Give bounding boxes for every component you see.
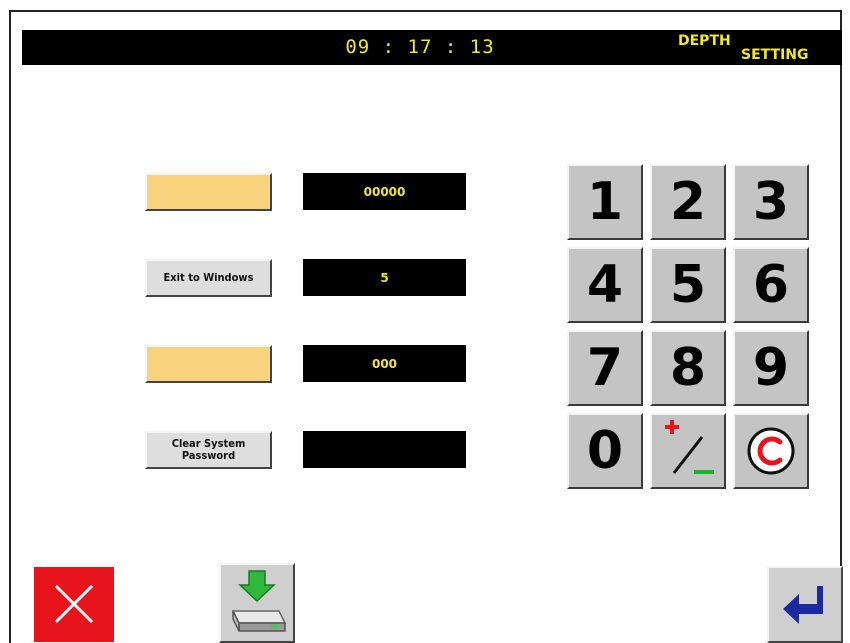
key-1[interactable]: 1	[567, 164, 643, 240]
save-to-drive-icon	[231, 570, 287, 632]
param-button-3[interactable]	[145, 345, 272, 383]
cancel-button[interactable]	[34, 567, 114, 642]
exit-to-windows-button[interactable]: Exit to Windows	[145, 259, 272, 297]
title-bar: 09 : 17 : 13 DEPTH SETTING	[22, 30, 842, 65]
enter-return-icon	[783, 586, 823, 624]
param-value-4[interactable]	[303, 431, 466, 468]
close-icon	[54, 584, 94, 624]
clear-key[interactable]	[733, 413, 809, 489]
mode-title: DEPTH SETTING	[678, 33, 838, 65]
key-2[interactable]: 2	[650, 164, 726, 240]
clear-system-password-button[interactable]: Clear System Password	[145, 431, 272, 469]
key-3[interactable]: 3	[733, 164, 809, 240]
key-0[interactable]: 0	[567, 413, 643, 489]
enter-button[interactable]	[767, 566, 843, 643]
param-button-1[interactable]	[145, 173, 272, 211]
key-8[interactable]: 8	[650, 330, 726, 406]
param-value-1[interactable]: 00000	[303, 173, 466, 210]
key-5[interactable]: 5	[650, 247, 726, 323]
save-button[interactable]	[219, 563, 295, 643]
key-7[interactable]: 7	[567, 330, 643, 406]
key-4[interactable]: 4	[567, 247, 643, 323]
key-9[interactable]: 9	[733, 330, 809, 406]
mode-title-line1: DEPTH	[678, 33, 731, 49]
window-frame	[9, 10, 842, 643]
clear-password-label-line2: Password	[181, 449, 236, 462]
clear-c-icon	[747, 427, 795, 475]
mode-title-line2: SETTING	[741, 47, 809, 63]
sign-toggle-key[interactable]	[650, 413, 726, 489]
key-6[interactable]: 6	[733, 247, 809, 323]
param-value-2[interactable]: 5	[303, 259, 466, 296]
plus-minus-icon	[665, 420, 714, 474]
param-value-3[interactable]: 000	[303, 345, 466, 382]
